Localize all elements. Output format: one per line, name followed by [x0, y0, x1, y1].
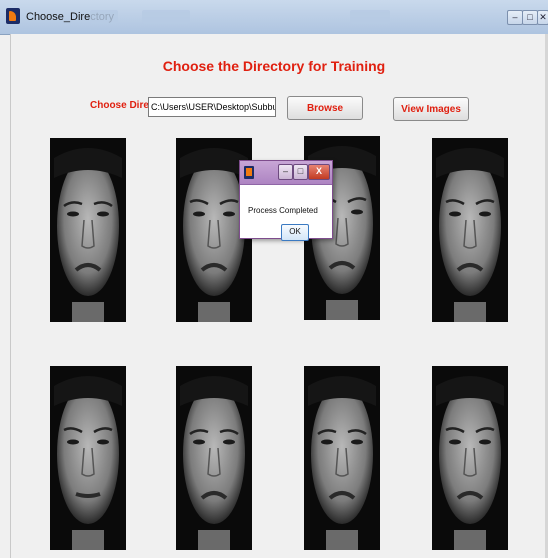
browse-button[interactable]: Browse	[287, 96, 363, 120]
dialog-message: Process Completed	[248, 206, 318, 215]
background-tab	[142, 10, 190, 24]
dialog-close-button[interactable]: X	[308, 164, 330, 180]
window-titlebar: Choose_Directory – □ ✕	[0, 0, 548, 35]
directory-input[interactable]: C:\Users\USER\Desktop\SubbuNewFinal	[148, 97, 276, 117]
background-tab	[350, 10, 390, 24]
minimize-button[interactable]: –	[507, 10, 523, 25]
ok-button[interactable]: OK	[281, 224, 309, 241]
background-tab	[90, 10, 118, 24]
matlab-icon	[244, 166, 254, 179]
close-button[interactable]: ✕	[537, 10, 548, 25]
dialog-titlebar: – □ X	[240, 161, 332, 185]
process-dialog: – □ X Process Completed OK	[239, 160, 333, 241]
face-image	[432, 138, 508, 322]
maximize-button[interactable]: □	[522, 10, 538, 25]
matlab-icon	[6, 8, 20, 24]
face-image	[50, 366, 126, 550]
view-images-button[interactable]: View Images	[393, 97, 469, 121]
page-title: Choose the Directory for Training	[162, 58, 386, 74]
face-image	[50, 138, 126, 322]
dialog-maximize-button[interactable]: □	[293, 164, 308, 180]
face-image	[176, 366, 252, 550]
face-image	[432, 366, 508, 550]
dialog-minimize-button[interactable]: –	[278, 164, 293, 180]
face-image	[304, 366, 380, 550]
